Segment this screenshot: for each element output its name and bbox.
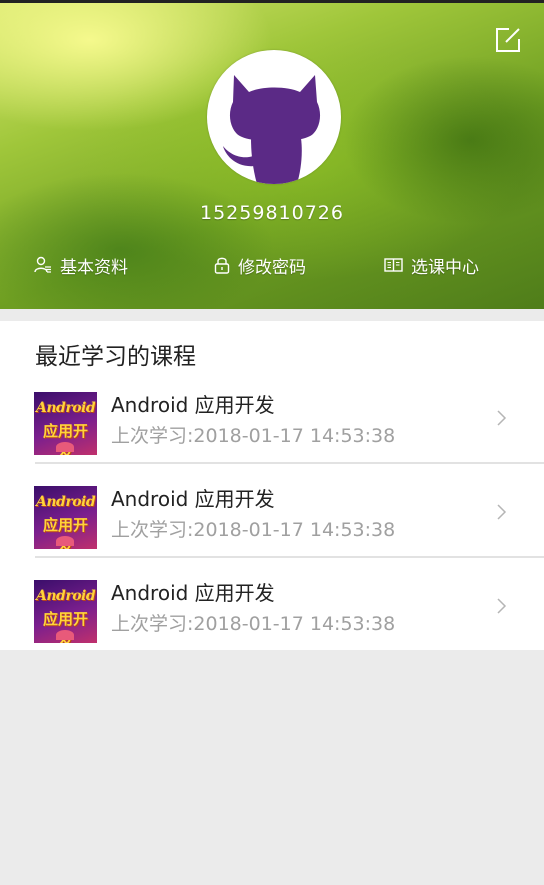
thumbnail-decoration [56, 442, 74, 452]
edit-icon [496, 28, 520, 52]
profile-header: 15259810726 基本资料 修改密码 选课中心 [0, 0, 544, 309]
thumbnail-title: Android [36, 588, 96, 604]
divider [35, 462, 544, 464]
course-list-item[interactable]: Android 应用开发 Android 应用开发 上次学习:2018-01-1… [0, 371, 544, 464]
course-center-button[interactable]: 选课中心 [384, 252, 479, 278]
user-icon [34, 256, 51, 273]
github-octocat-avatar-icon [223, 75, 321, 184]
chevron-right-icon [497, 598, 507, 614]
course-name: Android 应用开发 [111, 393, 275, 417]
avatar[interactable] [207, 50, 341, 184]
course-thumbnail: Android 应用开发 [34, 392, 97, 455]
course-center-label: 选课中心 [411, 257, 479, 278]
course-thumbnail: Android 应用开发 [34, 486, 97, 549]
chevron-right-icon [497, 410, 507, 426]
recent-courses-title: 最近学习的课程 [35, 344, 196, 370]
divider [35, 556, 544, 558]
course-list-item[interactable]: Android 应用开发 Android 应用开发 上次学习:2018-01-1… [0, 465, 544, 558]
change-password-button[interactable]: 修改密码 [214, 252, 306, 278]
thumbnail-decoration [56, 536, 74, 546]
course-thumbnail: Android 应用开发 [34, 580, 97, 643]
last-study-time: 上次学习:2018-01-17 14:53:38 [111, 425, 396, 447]
recent-courses-panel: 最近学习的课程 Android 应用开发 Android 应用开发 上次学习:2… [0, 321, 544, 650]
book-icon [384, 258, 403, 272]
course-name: Android 应用开发 [111, 581, 275, 605]
thumbnail-decoration [56, 630, 74, 640]
thumbnail-title: Android [36, 494, 96, 510]
last-study-time: 上次学习:2018-01-17 14:53:38 [111, 613, 396, 635]
chevron-right-icon [497, 504, 507, 520]
lock-icon [214, 257, 230, 274]
last-study-time: 上次学习:2018-01-17 14:53:38 [111, 519, 396, 541]
edit-button[interactable] [493, 25, 523, 55]
profile-info-button[interactable]: 基本资料 [34, 252, 128, 278]
course-name: Android 应用开发 [111, 487, 275, 511]
user-phone: 15259810726 [200, 202, 344, 224]
change-password-label: 修改密码 [238, 257, 306, 278]
profile-info-label: 基本资料 [60, 257, 128, 278]
thumbnail-title: Android [36, 400, 96, 416]
course-list-item[interactable]: Android 应用开发 Android 应用开发 上次学习:2018-01-1… [0, 559, 544, 652]
status-bar-edge [0, 0, 544, 3]
